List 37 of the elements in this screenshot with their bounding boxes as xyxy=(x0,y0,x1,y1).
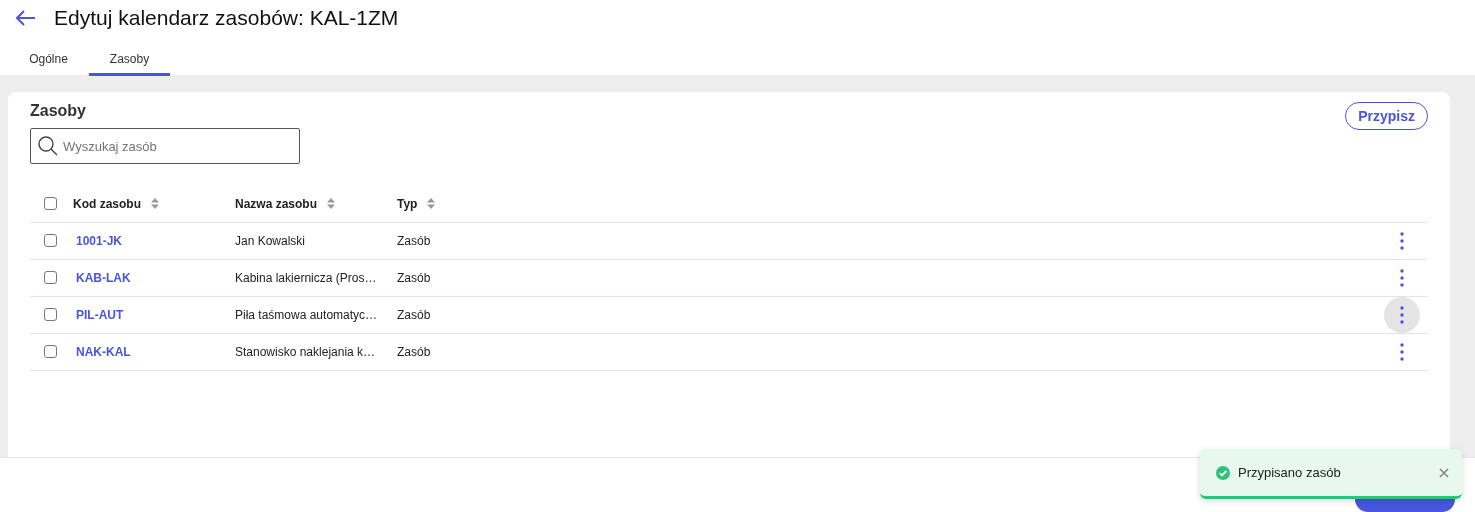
table-cell: Stanowisko naklejania k… xyxy=(235,344,376,359)
column-header: Typ xyxy=(397,196,418,211)
column-header: Nazwa zasobu xyxy=(235,196,318,211)
code-link[interactable]: 1001-JK xyxy=(73,233,123,248)
more-vertical-icon xyxy=(1400,342,1404,361)
table-cell: Kabina lakiernicza (Pros… xyxy=(235,270,377,285)
close-icon[interactable] xyxy=(1438,466,1450,479)
tab[interactable]: Ogólne xyxy=(8,48,89,76)
search-field[interactable]: Wyszukaj zasób xyxy=(30,128,300,164)
table-cell: Zasób xyxy=(397,270,431,285)
more-vertical-icon xyxy=(1400,268,1404,287)
table-cell: Zasób xyxy=(397,307,431,322)
table-cell: Zasób xyxy=(397,344,431,359)
table-cell: Jan Kowalski xyxy=(235,233,306,248)
checkbox[interactable] xyxy=(44,345,57,358)
page-title: Edytuj kalendarz zasobów: KAL-1ZM xyxy=(54,6,399,30)
panel-title: Zasoby xyxy=(30,102,87,120)
table-cell: Zasób xyxy=(397,233,431,248)
more-vertical-icon xyxy=(1400,305,1404,324)
checkbox[interactable] xyxy=(44,271,57,284)
code-link[interactable]: NAK-KAL xyxy=(73,344,131,359)
assign-button[interactable]: Przypisz xyxy=(1345,102,1428,130)
checkbox[interactable] xyxy=(44,308,57,321)
check-circle-icon xyxy=(1216,465,1230,480)
sort-icon[interactable] xyxy=(327,198,336,210)
checkbox[interactable] xyxy=(44,234,57,247)
column-header: Kod zasobu xyxy=(73,196,141,211)
more-menu-button[interactable] xyxy=(1384,296,1420,333)
more-vertical-icon xyxy=(1400,231,1404,250)
checkbox[interactable] xyxy=(44,197,57,211)
table-cell: Piła taśmowa automatyc… xyxy=(235,307,378,322)
sort-icon[interactable] xyxy=(151,198,159,210)
back-arrow-icon[interactable] xyxy=(16,10,36,26)
code-link[interactable]: KAB-LAK xyxy=(73,270,131,285)
sort-icon[interactable] xyxy=(427,198,436,210)
toast-message: Przypisano zasób xyxy=(1238,465,1342,480)
code-link[interactable]: PIL-AUT xyxy=(73,307,124,322)
